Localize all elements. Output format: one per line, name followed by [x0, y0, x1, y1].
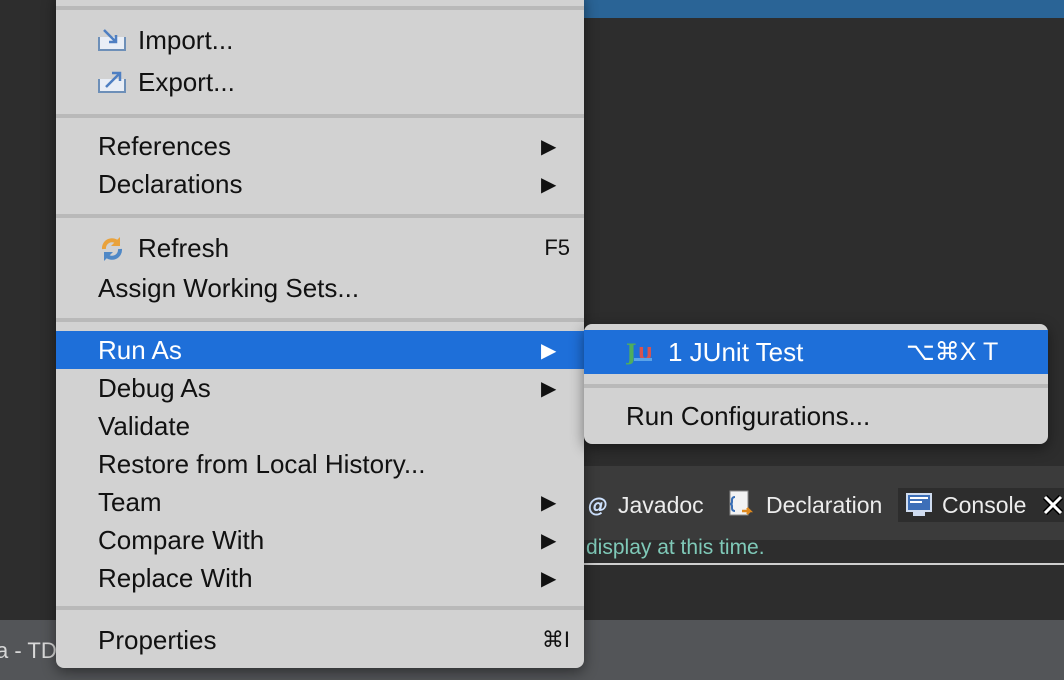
- menu-item-declarations[interactable]: Declarations ▶: [56, 165, 584, 203]
- tab-javadoc[interactable]: @ Javadoc: [586, 488, 704, 522]
- menu-item-restore-local-history[interactable]: Restore from Local History...: [56, 445, 584, 483]
- svg-text:J: J: [626, 340, 636, 366]
- menu-item-references[interactable]: References ▶: [56, 127, 584, 165]
- close-icon[interactable]: [1042, 494, 1064, 516]
- junit-icon: JU: [624, 338, 658, 373]
- menu-separator: [56, 606, 584, 610]
- refresh-icon: [96, 235, 128, 261]
- console-icon: [906, 493, 932, 517]
- shortcut-text: ⌘I: [541, 627, 570, 652]
- left-panel: [0, 0, 60, 620]
- menu-separator: [56, 318, 584, 322]
- submenu-arrow-icon: ▶: [541, 529, 557, 552]
- menu-item-replace-with[interactable]: Replace With ▶: [56, 559, 584, 597]
- menu-item-run-as[interactable]: Run As ▶: [56, 331, 584, 369]
- menu-item-compare-with[interactable]: Compare With ▶: [56, 521, 584, 559]
- menu-item-assign-working-sets[interactable]: Assign Working Sets...: [56, 269, 584, 307]
- submenu-arrow-icon: ▶: [541, 567, 557, 590]
- menu-item-validate[interactable]: Validate: [56, 407, 584, 445]
- submenu-arrow-icon: ▶: [541, 491, 557, 514]
- menu-item-import[interactable]: Import...: [56, 21, 584, 59]
- svg-text:U: U: [638, 344, 653, 365]
- shortcut-text: F5: [544, 235, 570, 260]
- menu-item-properties[interactable]: Properties ⌘I: [56, 621, 584, 659]
- export-icon: [96, 69, 128, 95]
- menu-item-refresh[interactable]: Refresh F5: [56, 229, 584, 267]
- submenu-arrow-icon: ▶: [541, 135, 557, 158]
- tab-console-label: Console: [942, 491, 1027, 518]
- menu-separator: [584, 384, 1048, 388]
- submenu-item-run-configurations[interactable]: Run Configurations...: [584, 394, 1048, 438]
- tab-javadoc-label: Javadoc: [618, 491, 704, 518]
- tab-declaration-label: Declaration: [766, 491, 883, 518]
- menu-separator: [56, 214, 584, 218]
- at-icon: @: [586, 494, 608, 516]
- submenu-arrow-icon: ▶: [541, 173, 557, 196]
- status-text: a - TD: [0, 638, 57, 663]
- tab-declaration[interactable]: Declaration: [728, 488, 882, 522]
- console-divider: [580, 563, 1064, 565]
- menu-item-export[interactable]: Export...: [56, 63, 584, 101]
- submenu-arrow-icon: ▶: [541, 339, 557, 362]
- editor-title-bar: [580, 0, 1064, 18]
- menu-item-debug-as[interactable]: Debug As ▶: [56, 369, 584, 407]
- menu-item-team[interactable]: Team ▶: [56, 483, 584, 521]
- shortcut-text: ⌥⌘X T: [906, 338, 999, 366]
- run-as-submenu: JU 1 JUnit Test ⌥⌘X T Run Configurations…: [584, 324, 1048, 444]
- menu-separator: [56, 114, 584, 118]
- menu-separator: [56, 6, 584, 10]
- submenu-arrow-icon: ▶: [541, 377, 557, 400]
- svg-text:@: @: [588, 494, 608, 516]
- declaration-icon: [728, 489, 756, 521]
- import-icon: [96, 27, 128, 53]
- console-message: display at this time.: [586, 536, 765, 559]
- submenu-item-junit-test[interactable]: JU 1 JUnit Test ⌥⌘X T: [584, 330, 1048, 374]
- context-menu: Import... Export... References ▶ Declara…: [56, 0, 584, 668]
- tab-console[interactable]: Console: [898, 488, 1064, 522]
